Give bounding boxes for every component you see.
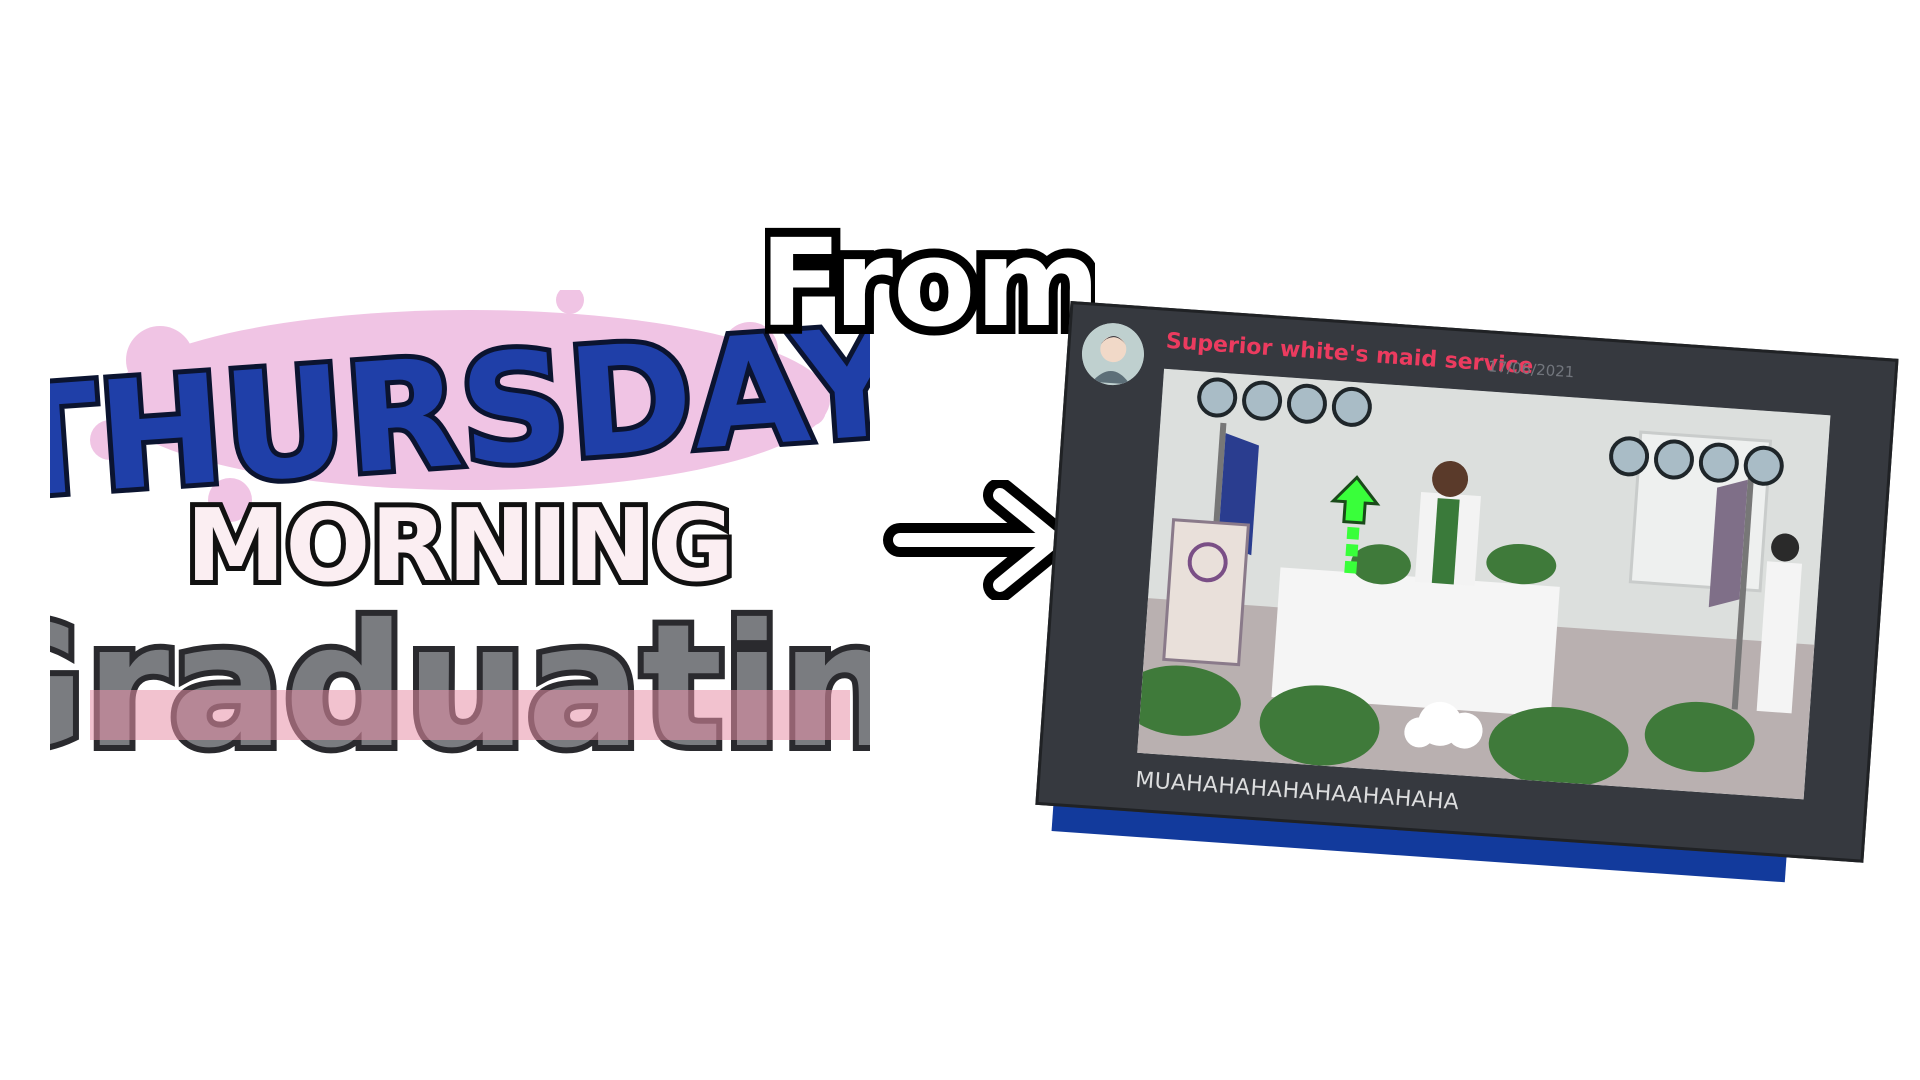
logo-line-2: MORNING — [186, 487, 734, 604]
logo-line-3: Graduatin' — [50, 588, 870, 786]
graduatin-pink-band — [90, 690, 850, 740]
video-embed[interactable] — [1137, 368, 1831, 800]
message-panel: Superior white's maid service 17/06/2021 — [1035, 301, 1899, 863]
avatar[interactable] — [1079, 321, 1147, 388]
from-heading: From — [765, 206, 1095, 363]
thursday-morning-graduatin-logo: THURSDAY MORNING Graduatin' — [50, 290, 870, 792]
from-text: From — [765, 215, 1095, 354]
discord-message-card: Superior white's maid service 17/06/2021 — [1032, 301, 1919, 919]
timestamp: 17/06/2021 — [1487, 357, 1575, 382]
message-text: MUAHAHAHAHAHAAHAHAHA — [1134, 767, 1460, 816]
video-frame — [1137, 368, 1831, 800]
